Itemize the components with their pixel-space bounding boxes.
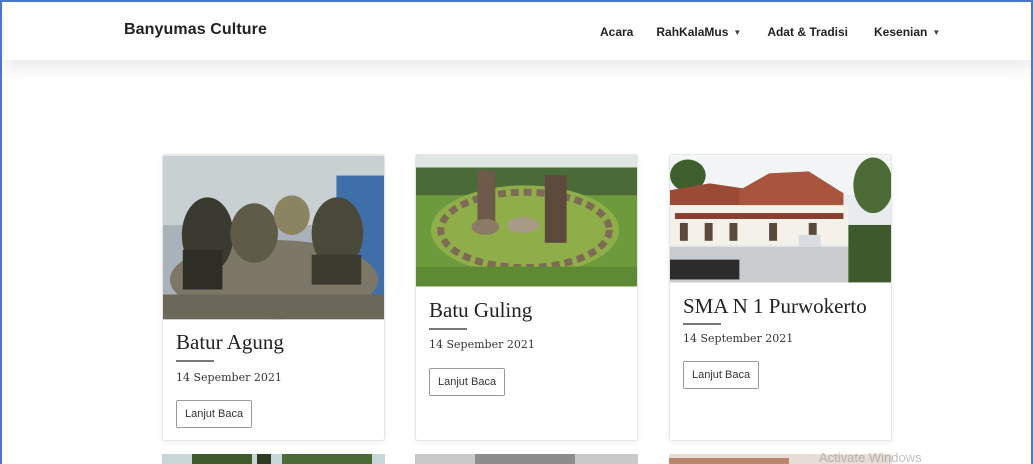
title-divider: [683, 323, 721, 325]
card-title[interactable]: Batur Agung: [176, 330, 284, 355]
nav-item-acara[interactable]: Acara: [600, 25, 633, 39]
read-more-button[interactable]: Lanjut Baca: [429, 368, 506, 396]
nav-menu: Acara RahKalaMus ▼ Adat & Tradisi Keseni…: [600, 25, 940, 39]
nav-item-label: Kesenian: [874, 25, 928, 39]
article-card: Batu Guling 14 Sepember 2021 Lanjut Baca: [415, 154, 638, 441]
card-image-batur-agung[interactable]: [163, 155, 384, 320]
browser-viewport: Banyumas Culture Acara RahKalaMus ▼ Adat…: [0, 0, 1033, 464]
card-date: 14 September 2021: [683, 332, 794, 345]
nav-item-rahkalamus[interactable]: RahKalaMus ▼: [656, 25, 741, 39]
read-more-button[interactable]: Lanjut Baca: [683, 361, 760, 389]
activate-windows-watermark: Activate Windows: [819, 450, 922, 464]
title-divider: [429, 328, 467, 330]
nav-item-adat-tradisi[interactable]: Adat & Tradisi: [767, 25, 848, 39]
next-card-image[interactable]: [415, 454, 638, 464]
nav-item-kesenian[interactable]: Kesenian ▼: [874, 25, 940, 39]
card-date: 14 Sepember 2021: [429, 338, 535, 351]
nav-item-label: Adat & Tradisi: [767, 25, 848, 39]
card-title[interactable]: Batu Guling: [429, 298, 532, 323]
card-date: 14 Sepember 2021: [176, 371, 282, 384]
chevron-down-icon: ▼: [932, 27, 941, 37]
card-image-batu-guling[interactable]: [416, 155, 637, 287]
card-title[interactable]: SMA N 1 Purwokerto: [683, 294, 867, 319]
nav-item-label: Acara: [600, 25, 634, 39]
navbar: Banyumas Culture Acara RahKalaMus ▼ Adat…: [4, 4, 1031, 60]
next-card-image[interactable]: [162, 454, 385, 464]
brand-logo[interactable]: Banyumas Culture: [124, 21, 267, 39]
nav-item-label: RahKalaMus: [656, 25, 729, 39]
chevron-down-icon: ▼: [733, 27, 742, 37]
read-more-button[interactable]: Lanjut Baca: [176, 400, 253, 428]
article-card: SMA N 1 Purwokerto 14 September 2021 Lan…: [669, 154, 892, 441]
article-card: Batur Agung 14 Sepember 2021 Lanjut Baca: [162, 154, 385, 441]
card-image-sma-n-1-purwokerto[interactable]: [670, 155, 891, 283]
title-divider: [176, 360, 214, 362]
